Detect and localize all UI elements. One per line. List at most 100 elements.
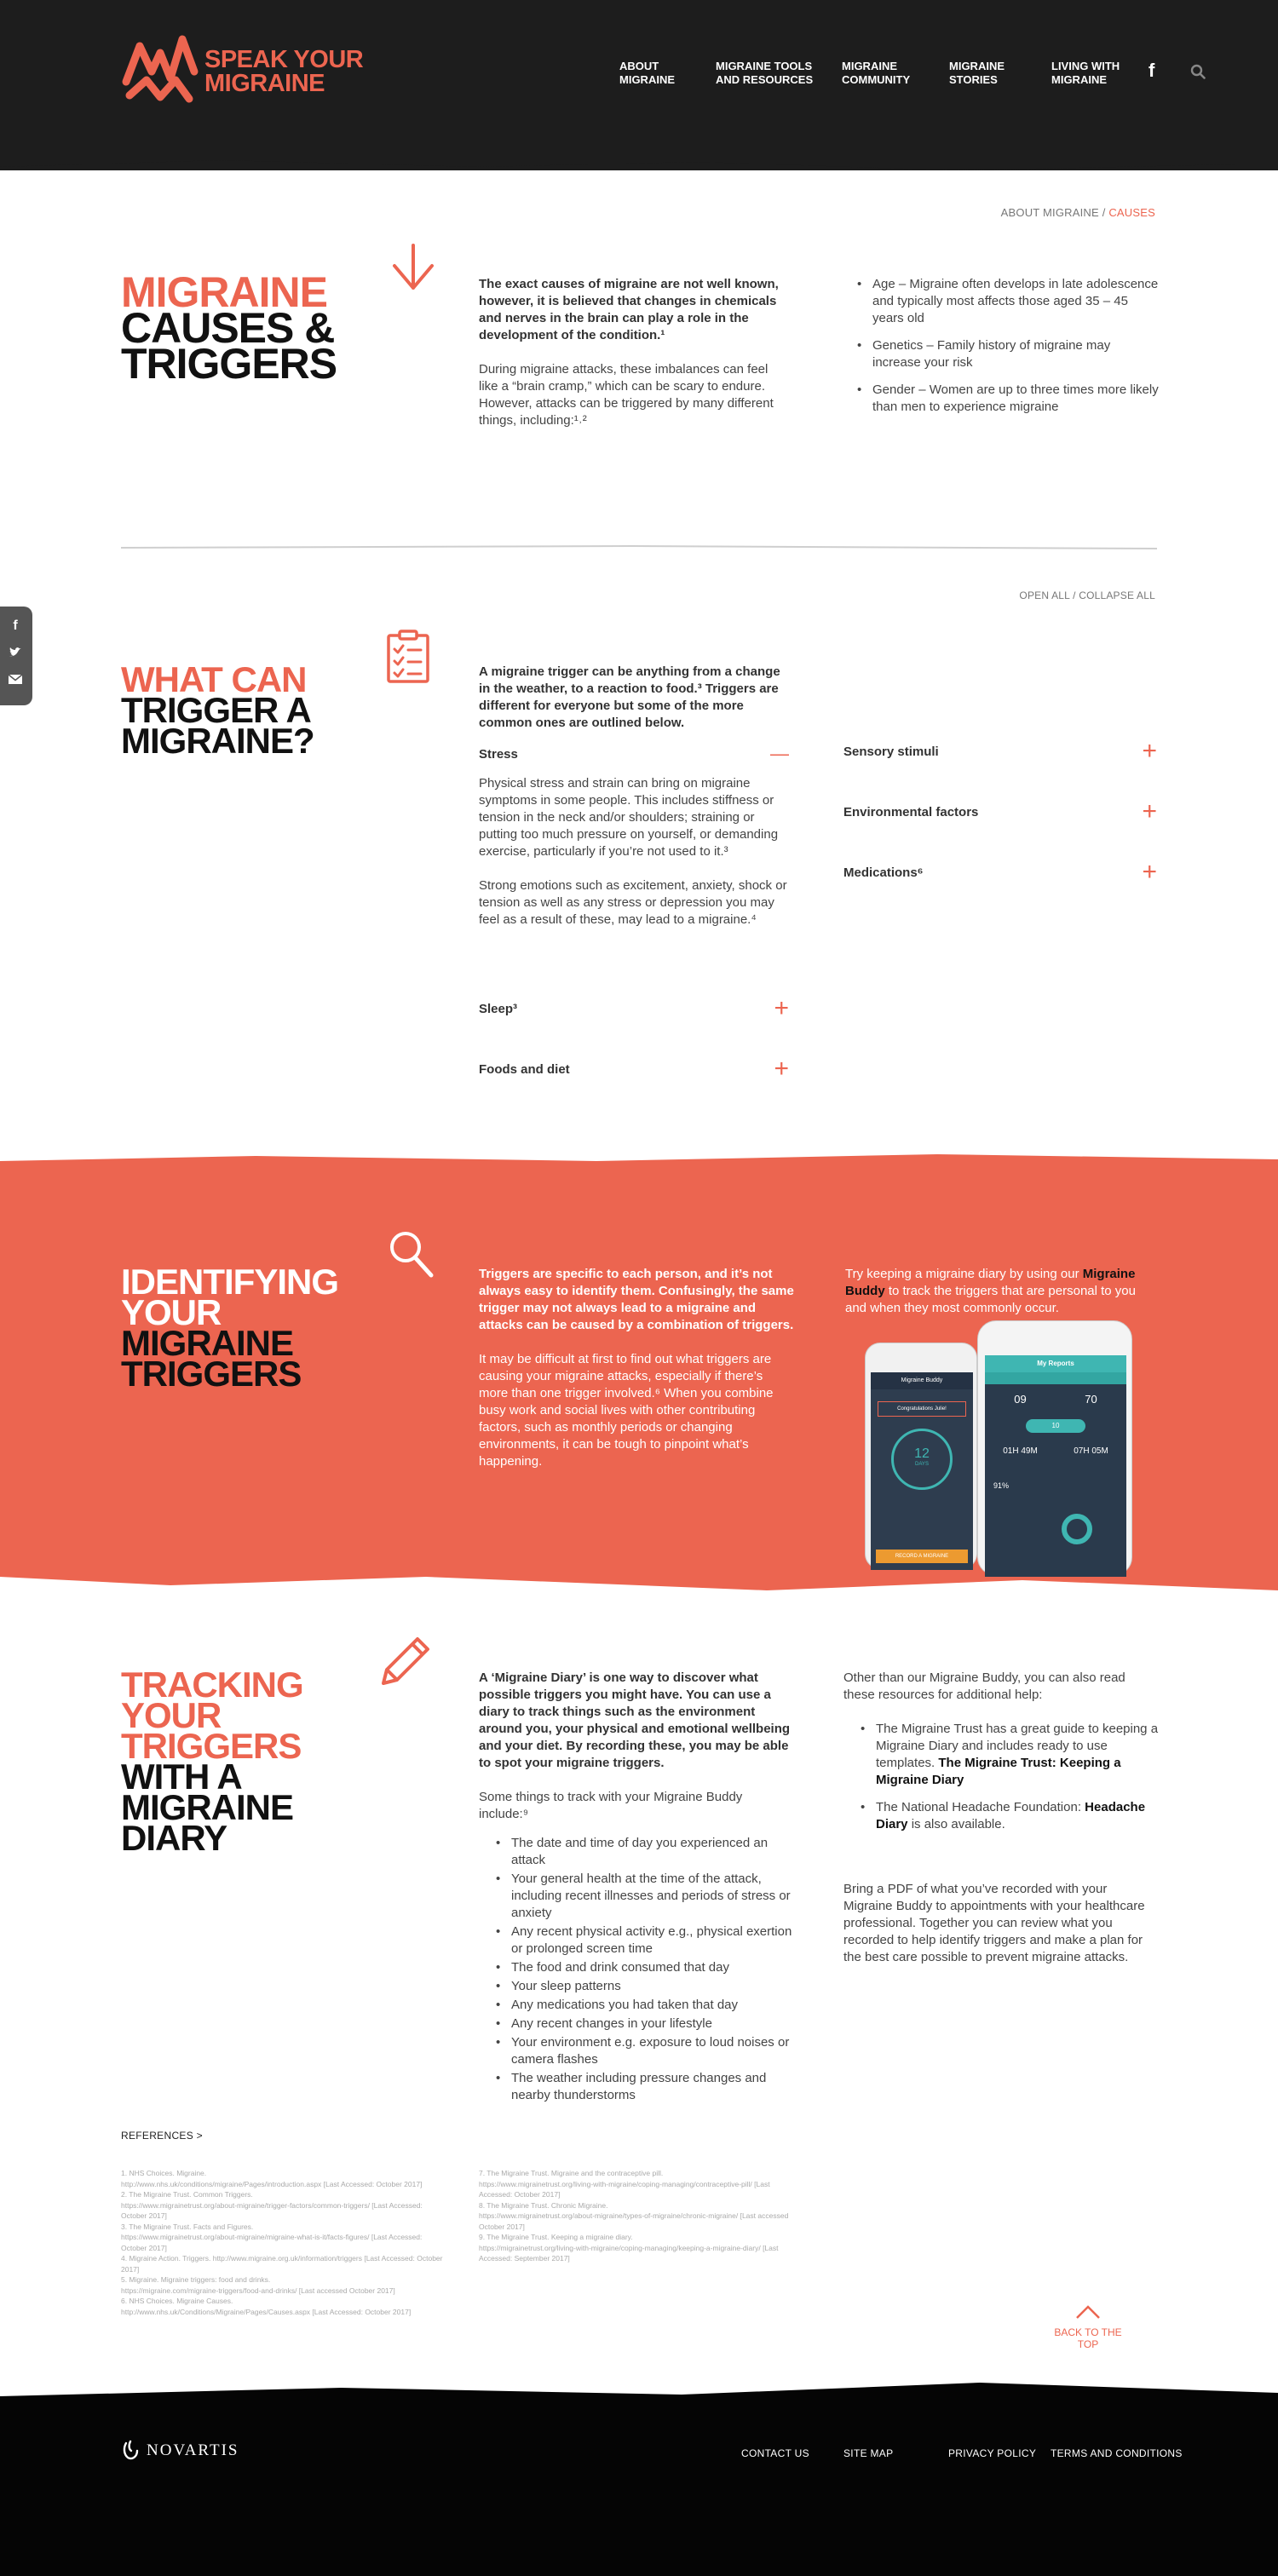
nav-about-migraine[interactable]: ABOUT MIGRAINE xyxy=(619,60,675,87)
accordion-label: Sensory stimuli xyxy=(843,744,939,759)
list-item: The date and time of day you experienced… xyxy=(494,1835,794,1869)
nav-stories[interactable]: MIGRAINE STORIES xyxy=(949,60,1005,87)
phone-back-title: Migraine Buddy xyxy=(871,1372,973,1389)
novartis-logo[interactable]: NOVARTIS xyxy=(121,2440,239,2462)
causes-factor-list: Age – Migraine often develops in late ad… xyxy=(855,276,1162,426)
reference-line: 6. NHS Choices. Migraine Causes. xyxy=(121,2297,233,2305)
logo-line1: SPEAK YOUR xyxy=(204,46,364,73)
site-logo[interactable]: SPEAK YOUR MIGRAINE xyxy=(121,29,364,114)
list-item: Genetics – Family history of migraine ma… xyxy=(855,337,1162,371)
reference-line: https://www.migrainetrust.org/about-migr… xyxy=(121,2233,423,2252)
breadcrumb-current: CAUSES xyxy=(1108,206,1155,219)
accordion-stress-header[interactable]: Stress — xyxy=(479,744,789,764)
footer-contact-us[interactable]: CONTACT US xyxy=(741,2447,809,2459)
social-share-bar: f xyxy=(0,607,32,705)
nav-label: MIGRAINE xyxy=(949,60,1005,72)
reference-line: 3. The Migraine Trust. Facts and Figures… xyxy=(121,2222,254,2231)
chevron-up-icon xyxy=(1076,2305,1100,2319)
tracking-intro-bold: A ‘Migraine Diary’ is one way to discove… xyxy=(479,1670,791,1770)
list-item: The Migraine Trust has a great guide to … xyxy=(859,1721,1159,1789)
minus-icon: — xyxy=(770,743,789,764)
causes-intro: The exact causes of migraine are not wel… xyxy=(479,276,786,429)
phone-front-pill: 10 xyxy=(1026,1419,1085,1433)
list-item: Any recent physical activity e.g., physi… xyxy=(494,1923,794,1958)
stress-paragraph: Physical stress and strain can bring on … xyxy=(479,776,779,859)
title-line: TRIGGERS xyxy=(121,1354,302,1394)
nav-living-with[interactable]: LIVING WITH MIGRAINE xyxy=(1051,60,1120,87)
plus-icon: + xyxy=(1142,797,1157,825)
phone-back-days-label: DAYS xyxy=(915,1462,929,1467)
nav-label: MIGRAINE xyxy=(619,73,675,86)
footer-privacy-policy[interactable]: PRIVACY POLICY xyxy=(948,2447,1036,2459)
triggers-title: WHAT CAN TRIGGER A MIGRAINE? xyxy=(121,662,315,761)
share-twitter-icon[interactable] xyxy=(8,645,23,660)
list-item: The food and drink consumed that day xyxy=(494,1959,794,1976)
pdf-paragraph: Bring a PDF of what you’ve recorded with… xyxy=(843,1882,1145,1964)
share-email-icon[interactable] xyxy=(8,671,23,687)
header-torn-edge xyxy=(0,145,1278,170)
share-facebook-icon[interactable]: f xyxy=(8,618,23,634)
open-collapse-all-toggle[interactable]: OPEN ALL / COLLAPSE ALL xyxy=(1019,589,1155,601)
diary-promo-post: to track the triggers that are personal … xyxy=(845,1284,1136,1315)
nav-label: MIGRAINE xyxy=(842,60,897,72)
phone-front-stats: 09 70 xyxy=(985,1393,1126,1406)
logo-wordmark: SPEAK YOUR MIGRAINE xyxy=(204,46,364,96)
novartis-flame-icon xyxy=(123,2440,139,2460)
plus-icon: + xyxy=(774,1055,789,1083)
reference-line: 2. The Migraine Trust. Common Triggers. xyxy=(121,2190,253,2199)
accordion-medications[interactable]: Medications⁶ + xyxy=(843,860,1157,885)
list-item: Your general health at the time of the a… xyxy=(494,1871,794,1922)
phone-stat: 70 xyxy=(1085,1393,1097,1406)
accordion-sensory-stimuli[interactable]: Sensory stimuli + xyxy=(843,739,1157,764)
footer-site-map[interactable]: SITE MAP xyxy=(843,2447,893,2459)
pencil-icon xyxy=(382,1637,429,1685)
references-toggle[interactable]: REFERENCES > xyxy=(121,2130,203,2142)
list-item: The weather including pressure changes a… xyxy=(494,2070,794,2104)
nav-label: STORIES xyxy=(949,73,998,86)
accordion-environmental-factors[interactable]: Environmental factors + xyxy=(843,797,1157,825)
checklist-icon xyxy=(387,630,429,683)
migraine-buddy-phones-image: Migraine Buddy Congratulations Julie! 12… xyxy=(865,1320,1132,1577)
breadcrumb-parent[interactable]: ABOUT MIGRAINE xyxy=(1001,206,1099,219)
reference-line: https://www.migrainetrust.org/about-migr… xyxy=(479,2211,789,2231)
phone-back-congrats: Congratulations Julie! xyxy=(878,1401,966,1417)
resource-text: The National Headache Foundation: xyxy=(876,1800,1085,1814)
phone-stat: 09 xyxy=(1014,1393,1027,1406)
magnifier-icon xyxy=(390,1232,434,1278)
identify-paragraph: It may be difficult at first to find out… xyxy=(479,1352,774,1469)
reference-line: 9. The Migraine Trust. Keeping a migrain… xyxy=(479,2233,633,2241)
tracking-left-column: A ‘Migraine Diary’ is one way to discove… xyxy=(479,1670,794,2106)
site-footer xyxy=(0,2383,1278,2576)
resources-list: The Migraine Trust has a great guide to … xyxy=(843,1721,1159,1833)
title-line: MIGRAINE? xyxy=(121,721,315,761)
reference-line: 5. Migraine. Migraine triggers: food and… xyxy=(121,2275,271,2284)
nav-label: COMMUNITY xyxy=(842,73,911,86)
phone-back: Migraine Buddy Congratulations Julie! 12… xyxy=(865,1343,977,1570)
nav-label: MIGRAINE xyxy=(1051,73,1107,86)
title-line: TRIGGERS xyxy=(121,340,337,388)
back-to-top-link[interactable]: BACK TO THE TOP xyxy=(1050,2304,1126,2350)
phone-front-title: My Reports xyxy=(985,1355,1126,1372)
search-icon[interactable] xyxy=(1190,64,1206,79)
facebook-icon[interactable]: f xyxy=(1148,60,1154,82)
footer-terms[interactable]: TERMS AND CONDITIONS xyxy=(1051,2447,1183,2459)
reference-line: http://www.nhs.uk/Conditions/Migraine/Pa… xyxy=(121,2307,412,2316)
nav-community[interactable]: MIGRAINE COMMUNITY xyxy=(842,60,910,87)
nav-tools-resources[interactable]: MIGRAINE TOOLS AND RESOURCES xyxy=(716,60,813,87)
identify-title: IDENTIFYING YOUR MIGRAINE TRIGGERS xyxy=(121,1264,339,1394)
accordion-sleep[interactable]: Sleep³ + xyxy=(479,996,789,1021)
reference-line: 4. Migraine Action. Triggers. http://www… xyxy=(121,2254,443,2274)
causes-intro-bold: The exact causes of migraine are not wel… xyxy=(479,277,779,342)
reference-line: http://www.nhs.uk/conditions/migraine/Pa… xyxy=(121,2179,423,2188)
accordion-foods-diet[interactable]: Foods and diet + xyxy=(479,1055,789,1083)
novartis-wordmark: NOVARTIS xyxy=(147,2441,239,2459)
phone-back-days-ring: 12 DAYS xyxy=(891,1429,953,1490)
phone-back-screen: Migraine Buddy Congratulations Julie! 12… xyxy=(871,1372,973,1570)
tracking-list: The date and time of day you experienced… xyxy=(479,1835,794,2104)
phone-front: My Reports 09 70 10 01H 49M 07H 05M 91% xyxy=(977,1320,1132,1577)
references-column-1: 1. NHS Choices. Migraine. http://www.nhs… xyxy=(121,2168,445,2317)
resource-text: is also available. xyxy=(907,1817,1005,1831)
tracking-right-column: Other than our Migraine Buddy, you can a… xyxy=(843,1670,1159,1966)
reference-line: https://migraine.com/migraine-triggers/f… xyxy=(121,2286,395,2295)
accordion-label: Foods and diet xyxy=(479,1061,570,1077)
